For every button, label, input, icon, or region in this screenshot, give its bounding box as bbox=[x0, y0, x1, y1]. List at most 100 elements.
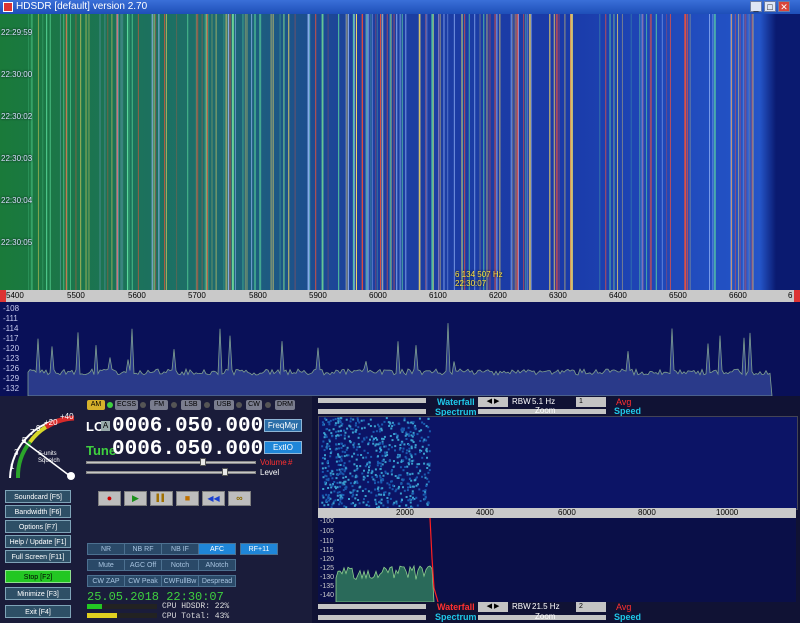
af-waterfall-pixel bbox=[331, 470, 334, 473]
volume-slider[interactable] bbox=[86, 461, 256, 464]
scroll-left-marker[interactable] bbox=[0, 290, 6, 302]
lo-lock-button[interactable]: A bbox=[101, 421, 110, 431]
af-waterfall-pixel bbox=[428, 469, 431, 472]
pause-button[interactable]: ▌▌ bbox=[150, 491, 173, 506]
af-waterfall-pixel bbox=[423, 452, 425, 455]
mode-am-button[interactable]: AM bbox=[87, 400, 105, 410]
minimize-button[interactable]: Minimize [F3] bbox=[5, 587, 71, 600]
af-waterfall-pixel bbox=[328, 499, 331, 502]
close-window-button[interactable]: ✕ bbox=[778, 1, 790, 12]
soundcard-button[interactable]: Soundcard [F5] bbox=[5, 490, 71, 503]
af-waterfall-pixel bbox=[336, 481, 339, 484]
waterfall-signal-trace bbox=[669, 14, 671, 290]
af-waterfall-pixel bbox=[375, 430, 378, 433]
freqmgr-button[interactable]: FreqMgr bbox=[264, 419, 302, 432]
mode-cw-button[interactable]: CW bbox=[246, 400, 262, 410]
anotch-button[interactable]: ANotch bbox=[198, 559, 236, 571]
bandwidth-button[interactable]: Bandwidth [F6] bbox=[5, 505, 71, 518]
rewind-button[interactable]: ◀◀ bbox=[202, 491, 225, 506]
extio-button[interactable]: ExtIO bbox=[264, 441, 302, 454]
scroll-right-marker[interactable] bbox=[794, 290, 800, 302]
af-waterfall-pixel bbox=[328, 429, 331, 432]
af-waterfall-pixel bbox=[326, 461, 329, 464]
rf-waterfall[interactable]: 22:29:59 22:30:00 22:30:02 22:30:03 22:3… bbox=[0, 14, 800, 290]
af-waterfall-pixel bbox=[343, 444, 346, 447]
record-button[interactable]: ● bbox=[98, 491, 121, 506]
lower-spectrum-slider[interactable] bbox=[318, 615, 426, 620]
upper-rbw-spin-button[interactable]: ◀ ▶ bbox=[478, 397, 508, 407]
af-waterfall-pixel bbox=[374, 488, 377, 491]
db-label: -123 bbox=[3, 354, 20, 363]
stop-button[interactable]: Stop [F2] bbox=[5, 570, 71, 583]
frequency-scale[interactable]: 5400 5500 5600 5700 5800 5900 6000 6100 … bbox=[0, 290, 800, 302]
af-waterfall[interactable] bbox=[318, 416, 798, 510]
af-waterfall-pixel bbox=[404, 466, 407, 468]
nr-button[interactable]: NR bbox=[87, 543, 125, 555]
volume-slider-knob[interactable] bbox=[200, 458, 206, 466]
mode-drm-button[interactable]: DRM bbox=[275, 400, 295, 410]
mute-button[interactable]: Mute bbox=[87, 559, 125, 571]
loop-button[interactable]: ∞ bbox=[228, 491, 251, 506]
af-waterfall-pixel bbox=[390, 480, 393, 483]
af-waterfall-pixel bbox=[421, 421, 424, 424]
nb-rf-button[interactable]: NB RF bbox=[124, 543, 162, 555]
waterfall-signal-trace bbox=[63, 14, 65, 290]
stop-recording-button[interactable]: ■ bbox=[176, 491, 199, 506]
lo-frequency-display[interactable]: 0006.050.000 bbox=[112, 415, 263, 438]
rf-spectrum[interactable]: -108 -111 -114 -117 -120 -123 -126 -129 … bbox=[0, 302, 800, 396]
cw-fullbw-button[interactable]: CWFullBw bbox=[161, 575, 199, 587]
level-slider[interactable] bbox=[86, 471, 256, 474]
cw-zap-button[interactable]: CW ZAP bbox=[87, 575, 125, 587]
lower-avg-select[interactable]: 2 bbox=[576, 602, 606, 612]
af-waterfall-pixel bbox=[337, 421, 340, 424]
title-bar[interactable]: HDSDR [default] version 2.70 _ □ ✕ bbox=[0, 0, 800, 14]
level-slider-knob[interactable] bbox=[222, 468, 228, 476]
freq-tick-label: 6200 bbox=[489, 291, 507, 300]
full-screen-button[interactable]: Full Screen [F11] bbox=[5, 550, 71, 563]
af-spectrum[interactable]: -100 -105 -110 -115 -120 -125 -130 -135 … bbox=[318, 518, 796, 602]
waterfall-signal-trace bbox=[401, 14, 403, 290]
maximize-window-button[interactable]: □ bbox=[764, 1, 776, 12]
help-update-button[interactable]: Help / Update [F1] bbox=[5, 535, 71, 548]
rf-plus-11-button[interactable]: RF+11 bbox=[240, 543, 278, 555]
notch-button[interactable]: Notch bbox=[161, 559, 199, 571]
af-db-label: -135 bbox=[320, 583, 335, 590]
af-waterfall-pixel bbox=[341, 472, 344, 475]
af-waterfall-pixel bbox=[385, 451, 388, 454]
af-waterfall-pixel bbox=[364, 465, 367, 468]
tune-frequency-display[interactable]: 0006.050.000 bbox=[112, 438, 263, 461]
af-waterfall-pixel bbox=[427, 480, 430, 483]
mode-ecss-button[interactable]: ECSS bbox=[115, 400, 138, 410]
mode-fm-button[interactable]: FM bbox=[150, 400, 168, 410]
waterfall-signal-trace bbox=[418, 14, 421, 290]
af-waterfall-pixel bbox=[351, 431, 354, 434]
af-waterfall-pixel bbox=[367, 423, 370, 426]
upper-spectrum-slider[interactable] bbox=[318, 409, 426, 414]
squelch-label: Squelch bbox=[38, 458, 60, 464]
af-waterfall-pixel bbox=[357, 499, 360, 501]
options-button[interactable]: Options [F7] bbox=[5, 520, 71, 533]
exit-button[interactable]: Exit [F4] bbox=[5, 605, 71, 618]
minimize-window-button[interactable]: _ bbox=[750, 1, 762, 12]
agc-off-button[interactable]: AGC Off bbox=[124, 559, 162, 571]
cw-peak-button[interactable]: CW Peak bbox=[124, 575, 162, 587]
lower-waterfall-slider[interactable] bbox=[318, 604, 426, 609]
af-waterfall-pixel bbox=[425, 439, 428, 442]
mode-lsb-button[interactable]: LSB bbox=[181, 400, 201, 410]
af-waterfall-pixel bbox=[403, 419, 406, 422]
upper-avg-select[interactable]: 1 bbox=[576, 397, 606, 407]
nb-if-button[interactable]: NB IF bbox=[161, 543, 199, 555]
af-waterfall-pixel bbox=[329, 452, 332, 455]
despread-button[interactable]: Despread bbox=[198, 575, 236, 587]
lower-rbw-spin-button[interactable]: ◀ ▶ bbox=[478, 602, 508, 612]
cpu-hdsdr-meter bbox=[87, 604, 157, 609]
upper-waterfall-slider[interactable] bbox=[318, 398, 426, 403]
afc-button[interactable]: AFC bbox=[198, 543, 236, 555]
play-button[interactable]: ▶ bbox=[124, 491, 147, 506]
af-waterfall-pixel bbox=[381, 437, 383, 440]
af-waterfall-pixel bbox=[419, 451, 421, 454]
af-waterfall-pixel bbox=[363, 449, 366, 452]
mode-usb-button[interactable]: USB bbox=[214, 400, 234, 410]
volume-marker: # bbox=[288, 458, 293, 467]
cursor-frequency: 6 134 507 Hz bbox=[455, 270, 503, 279]
